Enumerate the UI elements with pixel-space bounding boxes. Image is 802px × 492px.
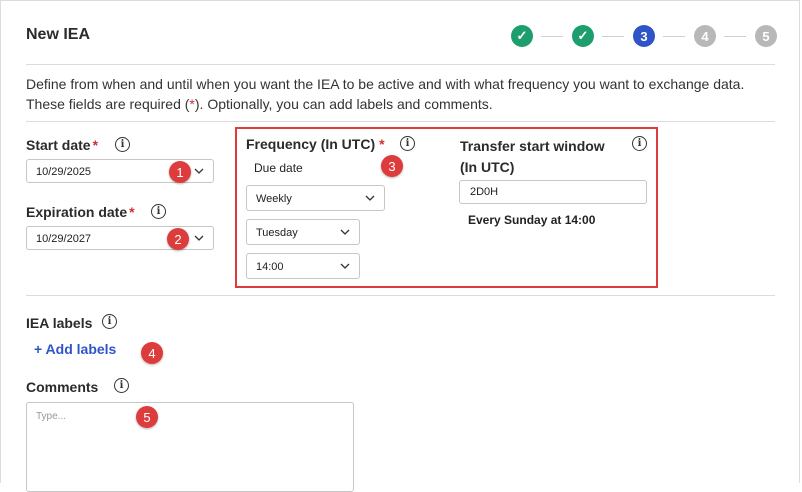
annotation-badge-4: 4 bbox=[141, 342, 163, 364]
chevron-down-icon bbox=[365, 195, 375, 201]
annotation-badge-5: 5 bbox=[136, 406, 158, 428]
comments-label: Comments bbox=[26, 379, 99, 395]
iea-labels-info-icon[interactable]: i bbox=[102, 314, 117, 329]
add-labels-link[interactable]: + Add labels bbox=[34, 341, 116, 357]
iea-labels-label: IEA labels bbox=[26, 315, 93, 331]
step-connector bbox=[724, 36, 746, 37]
frequency-time-select[interactable]: 14:00 bbox=[246, 253, 360, 279]
frequency-period-select[interactable]: Weekly bbox=[246, 185, 385, 211]
step-3[interactable]: 3 bbox=[633, 25, 655, 47]
step-connector bbox=[541, 36, 563, 37]
form-description: Define from when and until when you want… bbox=[26, 76, 745, 112]
step-4[interactable]: 4 bbox=[694, 25, 716, 47]
chevron-down-icon bbox=[194, 235, 204, 241]
transfer-window-input[interactable]: 2D0H bbox=[459, 180, 647, 204]
step-2[interactable]: ✓ bbox=[572, 25, 594, 47]
transfer-window-label: Transfer start window (In UTC) bbox=[460, 138, 605, 175]
divider bbox=[26, 121, 775, 122]
chevron-down-icon bbox=[340, 229, 350, 235]
divider bbox=[26, 64, 775, 65]
comments-textarea[interactable]: Type... bbox=[26, 402, 354, 492]
chevron-down-icon bbox=[194, 168, 204, 174]
expiration-date-info-icon[interactable]: i bbox=[151, 204, 166, 219]
start-date-label: Start date * bbox=[26, 137, 99, 153]
page-title: New IEA bbox=[26, 26, 91, 43]
comments-info-icon[interactable]: i bbox=[114, 378, 129, 393]
due-date-label: Due date bbox=[254, 161, 303, 175]
step-connector bbox=[602, 36, 624, 37]
step-connector bbox=[663, 36, 685, 37]
transfer-window-summary: Every Sunday at 14:00 bbox=[468, 213, 596, 227]
transfer-window-info-icon[interactable]: i bbox=[632, 136, 647, 151]
frequency-label: Frequency (In UTC) * bbox=[246, 136, 385, 152]
chevron-down-icon bbox=[340, 263, 350, 269]
step-1[interactable]: ✓ bbox=[511, 25, 533, 47]
expiration-date-label: Expiration date * bbox=[26, 204, 135, 220]
annotation-badge-3: 3 bbox=[381, 155, 403, 177]
frequency-info-icon[interactable]: i bbox=[400, 136, 415, 151]
wizard-stepper: ✓ ✓ 3 4 5 bbox=[511, 25, 781, 49]
frequency-day-select[interactable]: Tuesday bbox=[246, 219, 360, 245]
annotation-badge-1: 1 bbox=[169, 161, 191, 183]
start-date-info-icon[interactable]: i bbox=[115, 137, 130, 152]
annotation-badge-2: 2 bbox=[167, 228, 189, 250]
step-5[interactable]: 5 bbox=[755, 25, 777, 47]
divider bbox=[26, 295, 775, 296]
iea-form-panel: New IEA ✓ ✓ 3 4 5 Define from when and u… bbox=[0, 0, 800, 492]
